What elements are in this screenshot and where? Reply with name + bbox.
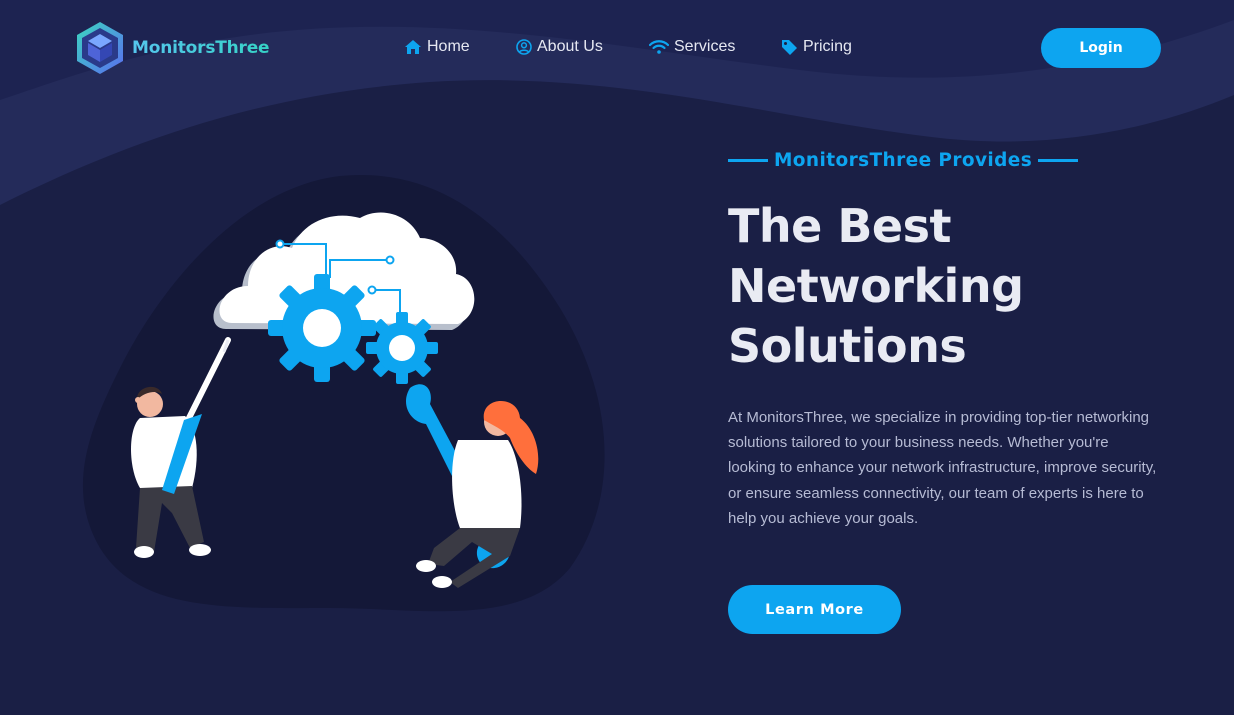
nav-about-us-label: About Us [537,38,603,55]
hero-description: At MonitorsThree, we specialize in provi… [728,409,1157,527]
cube-logo-icon [77,22,123,74]
headline-line-2: Networking [728,259,1024,313]
user-circle-icon [516,39,532,55]
nav-pricing-label: Pricing [803,38,852,55]
headline-line-1: The Best [728,199,951,253]
headline-line-3: Solutions [728,319,967,373]
navbar: MonitorsThree Home About Us Services Pri… [0,0,1234,96]
tag-icon [782,40,797,55]
wifi-icon [649,40,669,54]
hero-illustration [82,174,605,612]
eyebrow-text: MonitorsThree Provides [774,150,1033,171]
nav-about-us[interactable]: About Us [516,38,603,56]
gear-icon [268,274,376,382]
login-button[interactable]: Login [1041,28,1161,68]
eyebrow-right-line [1038,159,1079,162]
hero-headline: The Best Networking Solutions [728,196,1148,376]
nav-services-label: Services [674,38,736,55]
learn-more-button[interactable]: Learn More [728,585,901,634]
home-icon [405,40,421,54]
brand-logo[interactable]: MonitorsThree [74,20,270,76]
nav-services[interactable]: Services [649,38,735,56]
brand-name: MonitorsThree [132,38,270,58]
eyebrow-left-line [728,159,768,162]
nav-pricing[interactable]: Pricing [781,38,852,56]
small-gear-icon [366,312,438,384]
hero-eyebrow: MonitorsThree Provides [728,150,1079,171]
nav-home[interactable]: Home [404,38,470,56]
nav-home-label: Home [427,38,470,55]
